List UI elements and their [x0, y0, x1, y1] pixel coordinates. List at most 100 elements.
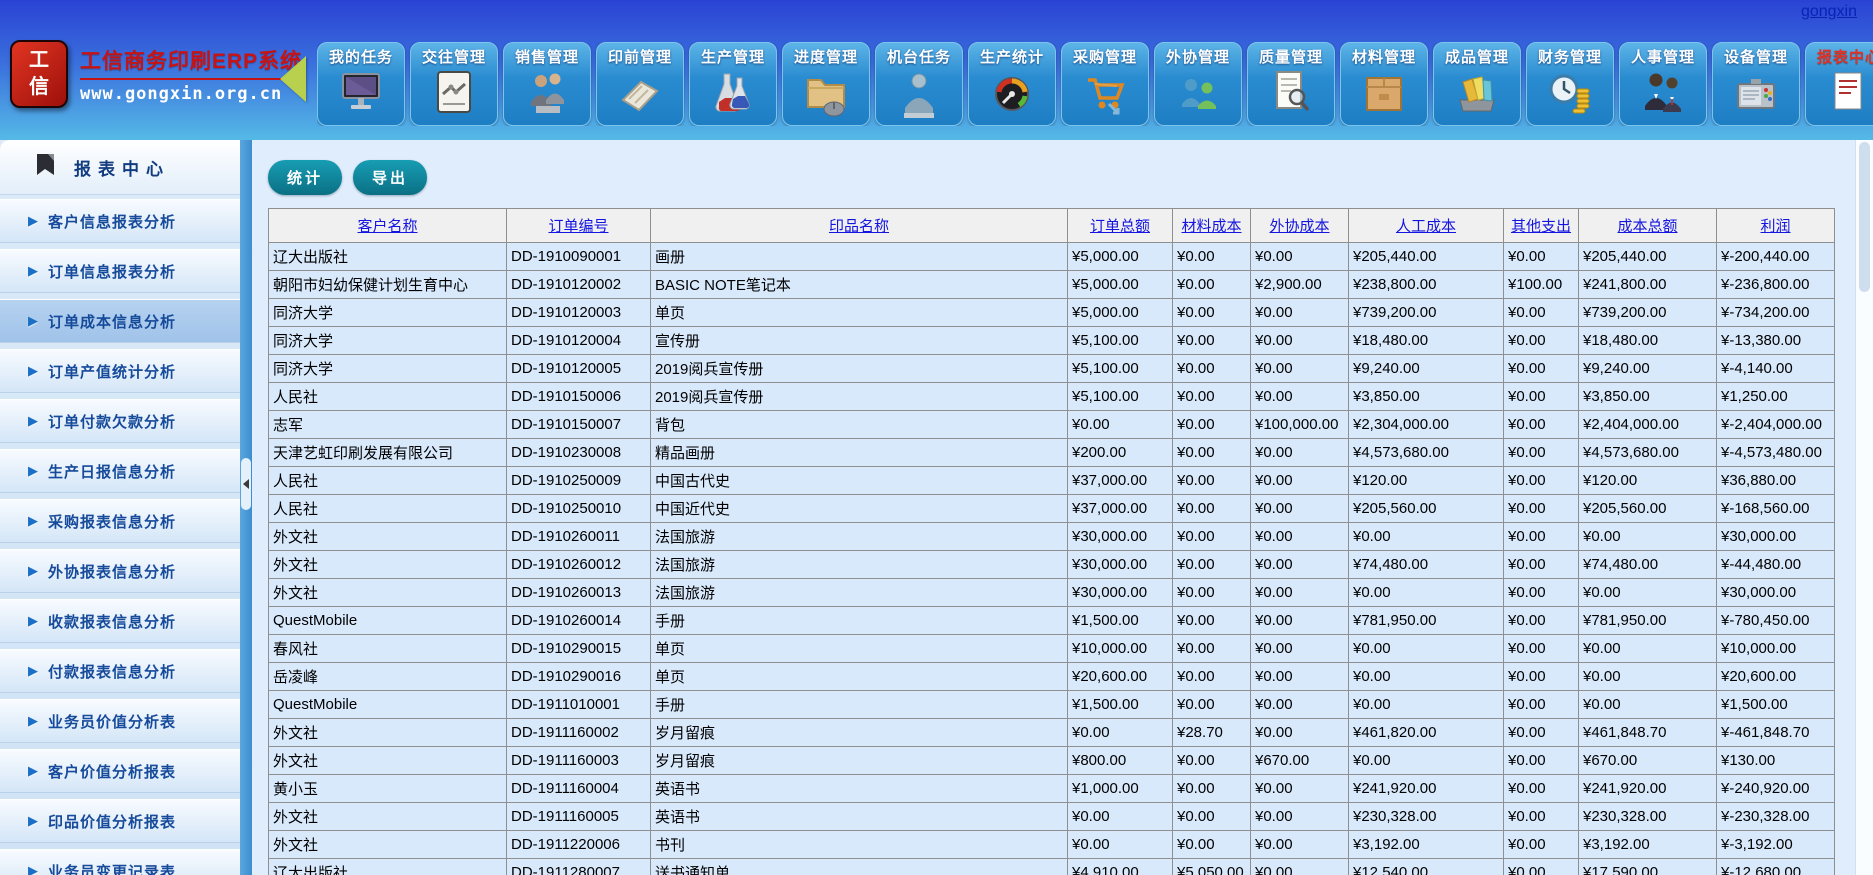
material-box-icon: [1361, 68, 1407, 125]
operator-icon: [896, 68, 942, 125]
collapse-left-arrow-icon[interactable]: [280, 56, 306, 102]
nav-item-进度管理[interactable]: 进度管理: [782, 42, 870, 126]
nav-item-报表中心[interactable]: 报表中心: [1805, 42, 1873, 126]
sidebar-item-客户价值分析报表[interactable]: ▶客户价值分析报表: [0, 749, 240, 793]
cell-其他支出: ¥0.00: [1504, 579, 1579, 607]
column-header-材料成本[interactable]: 材料成本: [1173, 209, 1251, 243]
nav-item-销售管理[interactable]: 销售管理: [503, 42, 591, 126]
cell-订单总额: ¥1,500.00: [1068, 691, 1173, 719]
stats-button[interactable]: 统计: [268, 160, 342, 195]
sidebar-item-业务员价值分析表[interactable]: ▶业务员价值分析表: [0, 699, 240, 743]
cell-印品名称: 中国近代史: [651, 495, 1068, 523]
sidebar-item-订单信息报表分析[interactable]: ▶订单信息报表分析: [0, 249, 240, 293]
cell-印品名称: 送书通知单: [651, 859, 1068, 875]
column-header-订单总额[interactable]: 订单总额: [1068, 209, 1173, 243]
nav-item-机台任务[interactable]: 机台任务: [875, 42, 963, 126]
sidebar-collapse-handle[interactable]: [241, 458, 251, 510]
nav-item-交往管理[interactable]: 交往管理: [410, 42, 498, 126]
report-icon: [1826, 68, 1872, 125]
column-header-成本总额[interactable]: 成本总额: [1579, 209, 1717, 243]
cell-印品名称: BASIC NOTE笔记本: [651, 271, 1068, 299]
cell-订单编号: DD-1911220006: [507, 831, 651, 859]
sidebar-item-订单产值统计分析[interactable]: ▶订单产值统计分析: [0, 349, 240, 393]
export-button[interactable]: 导出: [353, 160, 427, 195]
cell-订单总额: ¥5,100.00: [1068, 355, 1173, 383]
cell-客户名称: 外文社: [269, 803, 507, 831]
sales-people-icon: [524, 68, 570, 125]
cell-订单编号: DD-1910120003: [507, 299, 651, 327]
nav-item-外协管理[interactable]: 外协管理: [1154, 42, 1242, 126]
collapse-arrow-icon: [243, 479, 249, 489]
nav-item-label: 生产管理: [701, 46, 765, 67]
cell-材料成本: ¥0.00: [1173, 775, 1251, 803]
column-header-人工成本[interactable]: 人工成本: [1349, 209, 1504, 243]
cell-材料成本: ¥28.70: [1173, 719, 1251, 747]
column-header-label: 印品名称: [829, 218, 889, 235]
cell-客户名称: 天津艺虹印刷发展有限公司: [269, 439, 507, 467]
column-header-订单编号[interactable]: 订单编号: [507, 209, 651, 243]
nav-item-label: 机台任务: [887, 46, 951, 67]
cell-外协成本: ¥0.00: [1251, 439, 1349, 467]
sidebar-item-收款报表信息分析[interactable]: ▶收款报表信息分析: [0, 599, 240, 643]
vertical-scrollbar[interactable]: [1855, 140, 1873, 875]
cell-印品名称: 背包: [651, 411, 1068, 439]
nav-item-印前管理[interactable]: 印前管理: [596, 42, 684, 126]
table-row: 辽大出版社DD-1911280007送书通知单¥4,910.00¥5,050.0…: [269, 859, 1835, 875]
nav-item-设备管理[interactable]: 设备管理: [1712, 42, 1800, 126]
nav-item-人事管理[interactable]: 人事管理: [1619, 42, 1707, 126]
user-account-link[interactable]: gongxin: [1801, 3, 1857, 21]
cell-人工成本: ¥3,192.00: [1349, 831, 1504, 859]
sidebar-item-印品价值分析报表[interactable]: ▶印品价值分析报表: [0, 799, 240, 843]
cell-成本总额: ¥3,850.00: [1579, 383, 1717, 411]
sidebar-item-客户信息报表分析[interactable]: ▶客户信息报表分析: [0, 199, 240, 243]
column-header-客户名称[interactable]: 客户名称: [269, 209, 507, 243]
cell-其他支出: ¥0.00: [1504, 691, 1579, 719]
table-row: 外文社DD-1911220006书刊¥0.00¥0.00¥0.00¥3,192.…: [269, 831, 1835, 859]
cell-印品名称: 单页: [651, 663, 1068, 691]
cell-利润: ¥-461,848.70: [1717, 719, 1835, 747]
nav-item-财务管理[interactable]: 财务管理: [1526, 42, 1614, 126]
cell-外协成本: ¥0.00: [1251, 663, 1349, 691]
column-header-其他支出[interactable]: 其他支出: [1504, 209, 1579, 243]
sidebar-item-付款报表信息分析[interactable]: ▶付款报表信息分析: [0, 649, 240, 693]
nav-item-label: 销售管理: [515, 46, 579, 67]
scrollbar-thumb[interactable]: [1859, 142, 1870, 292]
cell-客户名称: 外文社: [269, 719, 507, 747]
cell-外协成本: ¥0.00: [1251, 243, 1349, 271]
cell-外协成本: ¥0.00: [1251, 299, 1349, 327]
sidebar-item-生产日报信息分析[interactable]: ▶生产日报信息分析: [0, 449, 240, 493]
nav-item-成品管理[interactable]: 成品管理: [1433, 42, 1521, 126]
sidebar-item-订单付款欠款分析[interactable]: ▶订单付款欠款分析: [0, 399, 240, 443]
cell-订单总额: ¥5,000.00: [1068, 243, 1173, 271]
logo-badge: 工 信: [10, 40, 68, 108]
sidebar-item-订单成本信息分析[interactable]: ▶订单成本信息分析: [0, 299, 240, 343]
cell-其他支出: ¥0.00: [1504, 495, 1579, 523]
cell-材料成本: ¥0.00: [1173, 411, 1251, 439]
sidebar-item-采购报表信息分析[interactable]: ▶采购报表信息分析: [0, 499, 240, 543]
cell-人工成本: ¥739,200.00: [1349, 299, 1504, 327]
nav-item-质量管理[interactable]: 质量管理: [1247, 42, 1335, 126]
nav-item-生产管理[interactable]: 生产管理: [689, 42, 777, 126]
folders-icon: [1454, 68, 1500, 125]
cell-外协成本: ¥0.00: [1251, 607, 1349, 635]
column-header-外协成本[interactable]: 外协成本: [1251, 209, 1349, 243]
column-header-印品名称[interactable]: 印品名称: [651, 209, 1068, 243]
nav-item-我的任务[interactable]: 我的任务: [317, 42, 405, 126]
cell-利润: ¥-44,480.00: [1717, 551, 1835, 579]
cell-成本总额: ¥230,328.00: [1579, 803, 1717, 831]
nav-item-采购管理[interactable]: 采购管理: [1061, 42, 1149, 126]
cell-成本总额: ¥0.00: [1579, 663, 1717, 691]
arrow-right-icon: ▶: [28, 413, 38, 429]
nav-item-生产统计[interactable]: 生产统计: [968, 42, 1056, 126]
column-header-利润[interactable]: 利润: [1717, 209, 1835, 243]
cell-印品名称: 法国旅游: [651, 551, 1068, 579]
sidebar-item-业务员变更记录表[interactable]: ▶业务员变更记录表: [0, 849, 240, 875]
cell-人工成本: ¥0.00: [1349, 523, 1504, 551]
cell-订单编号: DD-1910150007: [507, 411, 651, 439]
cell-人工成本: ¥120.00: [1349, 467, 1504, 495]
table-header-row: 客户名称订单编号 印品名称 订单总额材料成本外协成本人工成本其他支出成本总额利润: [269, 209, 1835, 243]
nav-item-材料管理[interactable]: 材料管理: [1340, 42, 1428, 126]
cell-订单编号: DD-1910260013: [507, 579, 651, 607]
cart-icon: [1082, 68, 1128, 125]
sidebar-item-外协报表信息分析[interactable]: ▶外协报表信息分析: [0, 549, 240, 593]
